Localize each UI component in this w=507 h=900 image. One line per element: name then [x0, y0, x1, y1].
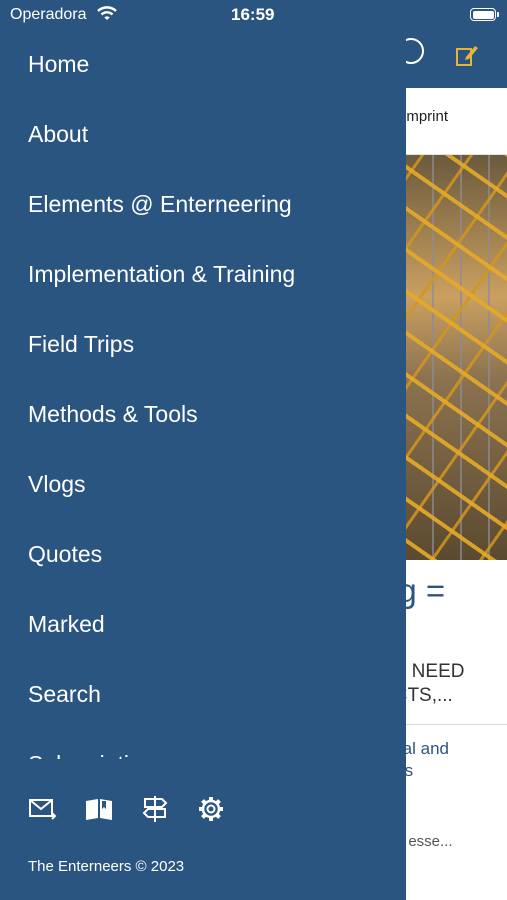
drawer-toolbar: [0, 792, 406, 832]
menu-item-subscriptions[interactable]: Subscriptions: [0, 729, 406, 759]
menu-item-implementation-training[interactable]: Implementation & Training: [0, 239, 406, 309]
book-button[interactable]: [82, 792, 116, 826]
wifi-icon: [97, 6, 117, 20]
status-bar: Operadora 16:59: [0, 0, 507, 30]
copyright-footer: The Enterneers © 2023: [28, 858, 185, 875]
menu-item-elements[interactable]: Elements @ Enterneering: [0, 169, 406, 239]
note-edit-icon[interactable]: [454, 42, 480, 68]
mail-forward-button[interactable]: [26, 792, 60, 826]
clock: 16:59: [231, 5, 275, 24]
gear-icon: [199, 797, 223, 821]
menu-item-field-trips[interactable]: Field Trips: [0, 309, 406, 379]
mail-forward-icon: [29, 799, 57, 820]
carrier-label: Operadora: [10, 6, 87, 23]
signpost-button[interactable]: [138, 792, 172, 826]
menu-item-search[interactable]: Search: [0, 659, 406, 729]
menu-item-home[interactable]: Home: [0, 29, 406, 99]
settings-button[interactable]: [194, 792, 228, 826]
menu-item-methods-tools[interactable]: Methods & Tools: [0, 379, 406, 449]
battery-icon: [470, 8, 499, 21]
menu-item-about[interactable]: About: [0, 99, 406, 169]
side-drawer: Home About Elements @ Enterneering Imple…: [0, 0, 406, 900]
menu-item-quotes[interactable]: Quotes: [0, 519, 406, 589]
divider: [406, 724, 507, 725]
menu-item-vlogs[interactable]: Vlogs: [0, 449, 406, 519]
book-icon: [86, 799, 112, 820]
hero-image: [406, 155, 507, 560]
drawer-menu[interactable]: Home About Elements @ Enterneering Imple…: [0, 29, 406, 759]
menu-item-marked[interactable]: Marked: [0, 589, 406, 659]
signpost-icon: [142, 796, 168, 822]
